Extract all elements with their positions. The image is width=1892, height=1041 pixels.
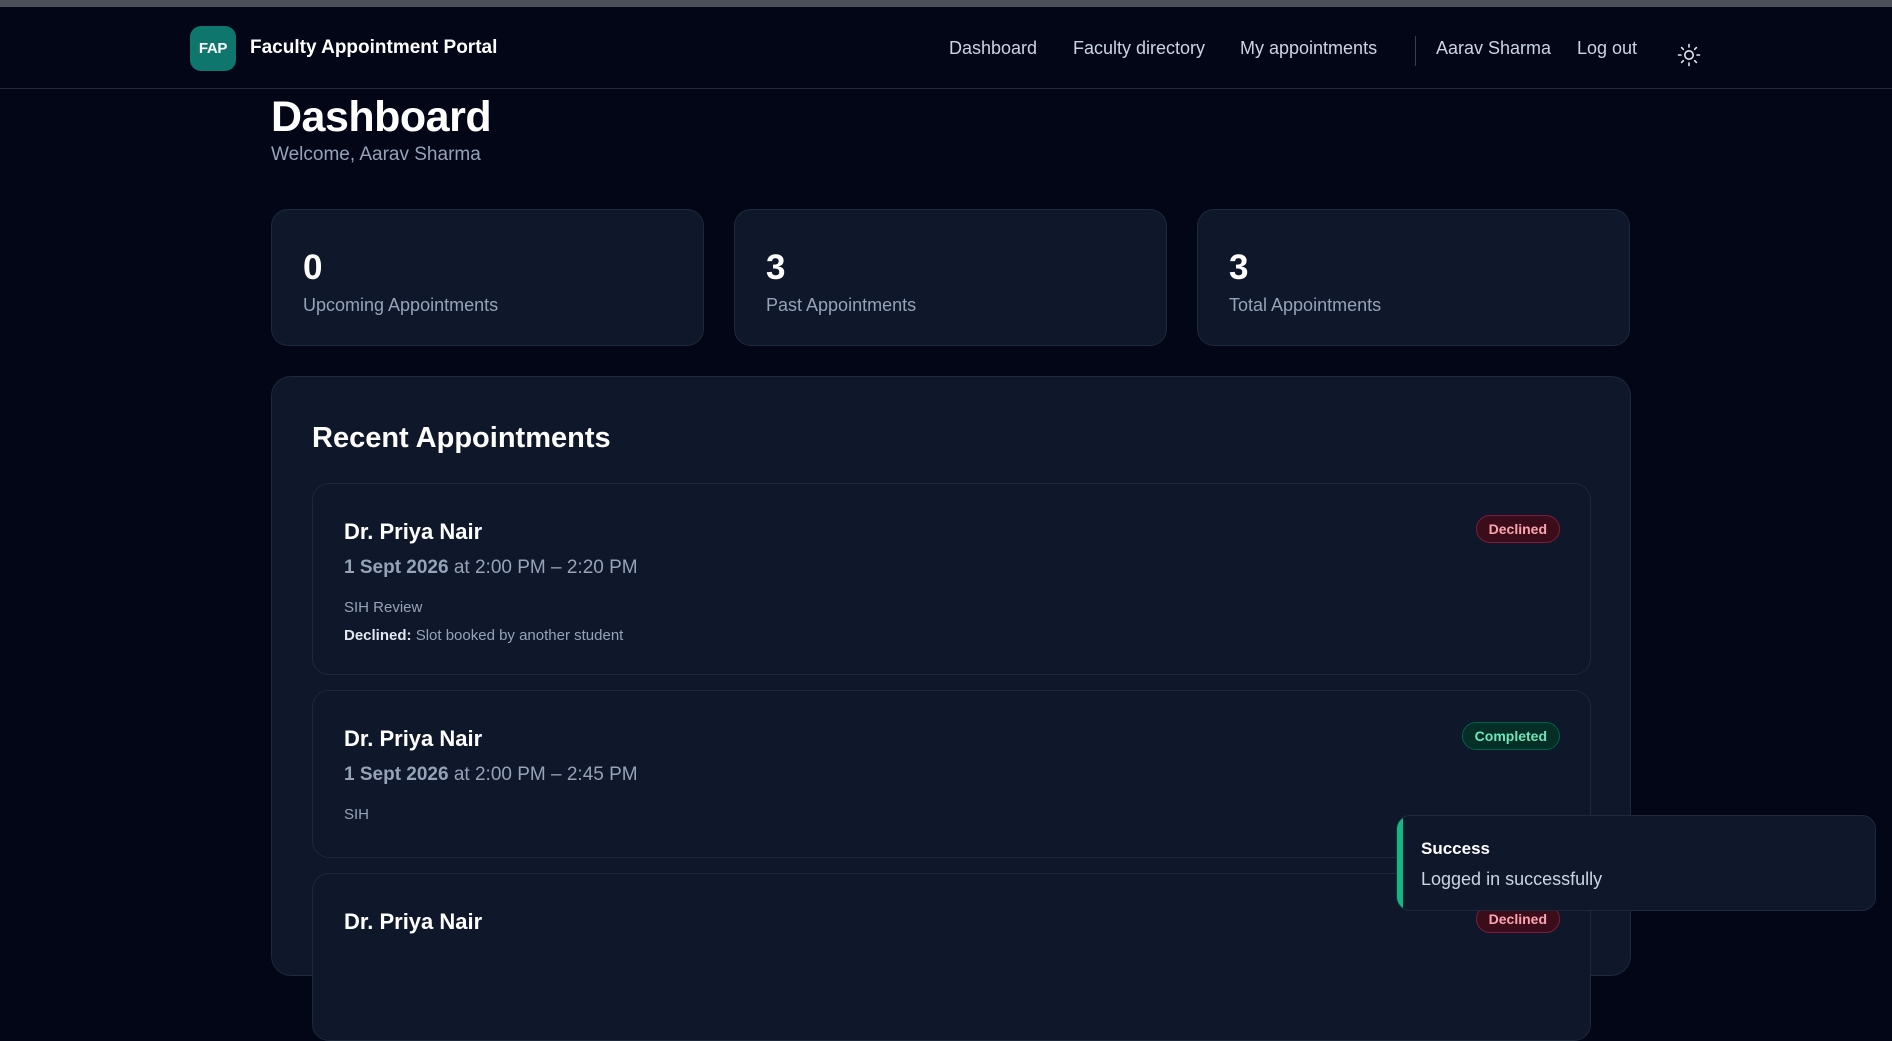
nav-divider bbox=[1415, 36, 1416, 66]
stat-label: Upcoming Appointments bbox=[303, 295, 499, 315]
stat-value: 3 bbox=[1229, 248, 1249, 287]
nav-user-name[interactable]: Aarav Sharma bbox=[1436, 38, 1551, 59]
stat-label: Total Appointments bbox=[1229, 295, 1382, 315]
toast-accent-bar bbox=[1397, 816, 1403, 910]
appointment-purpose: SIH bbox=[344, 806, 370, 823]
welcome-text: Welcome, Aarav Sharma bbox=[271, 144, 481, 165]
stat-value: 0 bbox=[303, 248, 323, 287]
nav-link-faculty-directory[interactable]: Faculty directory bbox=[1073, 38, 1205, 59]
nav-link-my-appointments[interactable]: My appointments bbox=[1240, 38, 1377, 59]
status-badge: Declined bbox=[1475, 515, 1560, 543]
page-title: Dashboard bbox=[271, 93, 492, 141]
toast-title: Success bbox=[1421, 839, 1490, 858]
stat-card-total: 3 Total Appointments bbox=[1197, 209, 1630, 346]
sun-icon[interactable] bbox=[1677, 43, 1701, 67]
appointment-purpose: SIH Review bbox=[344, 599, 423, 616]
appointment-date: 1 Sept 2026 bbox=[344, 764, 449, 785]
stat-label: Past Appointments bbox=[766, 295, 917, 315]
faculty-name: Dr. Priya Nair bbox=[344, 909, 483, 934]
appointment-datetime: 1 Sept 2026 at 2:00 PM – 2:45 PM bbox=[344, 764, 638, 786]
faculty-name: Dr. Priya Nair bbox=[344, 519, 483, 544]
appointment-datetime: 1 Sept 2026 at 2:00 PM – 2:20 PM bbox=[344, 557, 638, 579]
logout-link[interactable]: Log out bbox=[1577, 38, 1637, 59]
decline-note-label: Declined: bbox=[344, 627, 412, 644]
nav-link-dashboard[interactable]: Dashboard bbox=[949, 38, 1037, 59]
brand-name[interactable]: Faculty Appointment Portal bbox=[250, 37, 497, 59]
window-top-strip bbox=[0, 0, 1892, 7]
toast-message: Logged in successfully bbox=[1421, 869, 1603, 889]
stat-card-upcoming: 0 Upcoming Appointments bbox=[271, 209, 704, 346]
navbar: FAP Faculty Appointment Portal Dashboard… bbox=[0, 7, 1892, 89]
status-badge: Completed bbox=[1461, 722, 1560, 750]
faculty-name: Dr. Priya Nair bbox=[344, 726, 483, 751]
stat-card-past: 3 Past Appointments bbox=[734, 209, 1167, 346]
appointment-time: at 2:00 PM – 2:20 PM bbox=[453, 557, 638, 578]
stat-value: 3 bbox=[766, 248, 786, 287]
decline-note: Declined: Slot booked by another student bbox=[344, 627, 623, 644]
logo-badge[interactable]: FAP bbox=[190, 26, 236, 71]
decline-note-text: Slot booked by another student bbox=[415, 627, 624, 644]
appointment-card[interactable]: Dr. Priya Nair Declined 1 Sept 2026 at 2… bbox=[312, 483, 1591, 675]
recent-appointments-title: Recent Appointments bbox=[312, 422, 611, 454]
appointment-time: at 2:00 PM – 2:45 PM bbox=[453, 764, 638, 785]
appointment-date: 1 Sept 2026 bbox=[344, 557, 449, 578]
success-toast[interactable]: Success Logged in successfully bbox=[1396, 815, 1876, 911]
